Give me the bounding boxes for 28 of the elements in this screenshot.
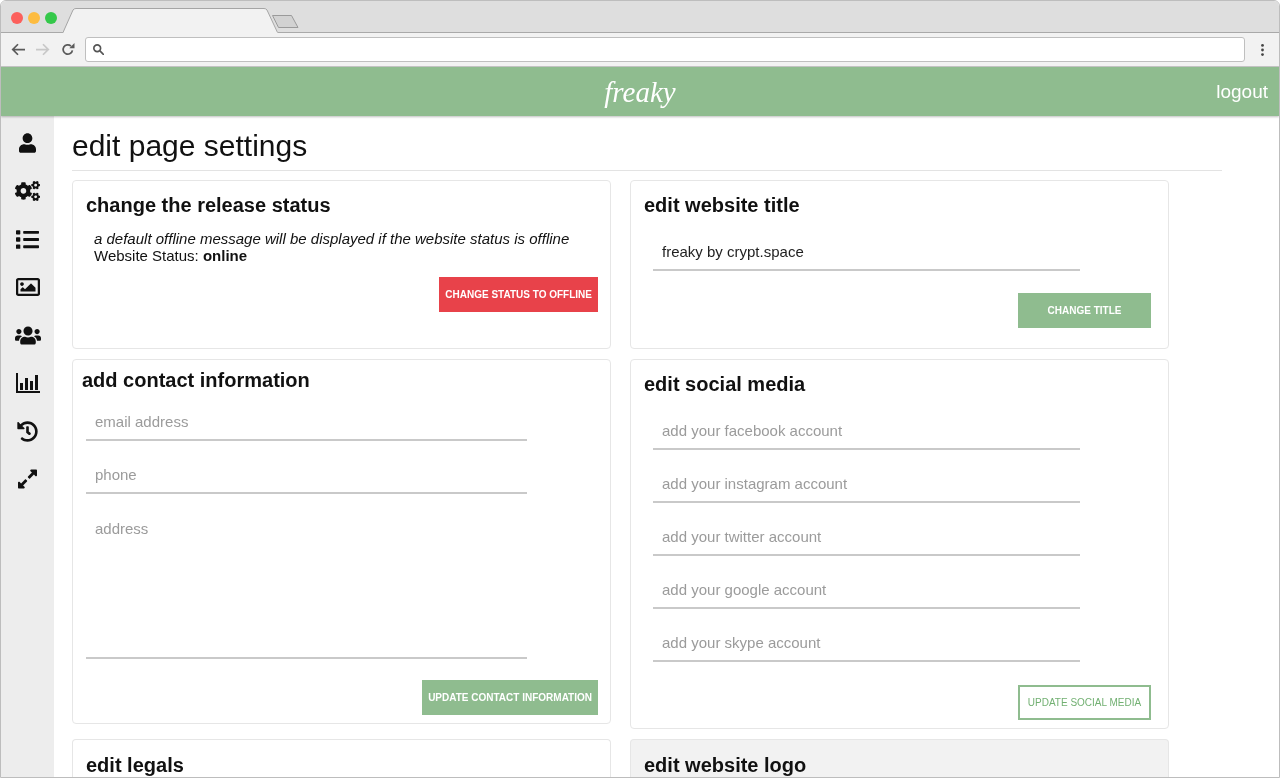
expand-icon[interactable] bbox=[18, 468, 37, 490]
history-icon[interactable] bbox=[17, 420, 38, 442]
page-title: edit page settings bbox=[72, 128, 308, 164]
card-title: edit website logo bbox=[644, 755, 807, 775]
status-note: a default offline message will be displayed if the website status is offline bbox=[94, 230, 570, 247]
logo[interactable]: freaky bbox=[604, 74, 676, 109]
logout-link[interactable]: logout bbox=[1216, 80, 1268, 103]
search-icon bbox=[93, 44, 104, 55]
card-title: change the release status bbox=[86, 193, 331, 217]
users-icon[interactable] bbox=[14, 324, 41, 346]
status-text: Website Status: online bbox=[94, 247, 248, 264]
card-title: add contact information bbox=[82, 368, 310, 392]
card-title: edit website title bbox=[644, 193, 800, 217]
update-contact-button[interactable]: UPDATE CONTACT INFORMATION bbox=[422, 680, 598, 715]
update-social-button[interactable]: UPDATE SOCIAL MEDIA bbox=[1018, 685, 1151, 720]
back-icon[interactable] bbox=[11, 43, 25, 56]
image-icon[interactable] bbox=[15, 275, 40, 299]
menu-icon[interactable] bbox=[1260, 43, 1264, 56]
card-title: edit legals bbox=[86, 755, 184, 775]
list-icon[interactable] bbox=[16, 227, 39, 251]
address-field[interactable] bbox=[85, 37, 1245, 62]
user-icon[interactable] bbox=[19, 133, 36, 153]
change-status-button[interactable]: CHANGE STATUS TO OFFLINE bbox=[439, 277, 598, 312]
gears-icon[interactable] bbox=[15, 181, 40, 201]
reload-icon[interactable] bbox=[61, 43, 75, 56]
change-title-button[interactable]: CHANGE TITLE bbox=[1018, 293, 1151, 328]
card-title: edit social media bbox=[644, 372, 806, 396]
bar-chart-icon[interactable] bbox=[15, 373, 40, 393]
